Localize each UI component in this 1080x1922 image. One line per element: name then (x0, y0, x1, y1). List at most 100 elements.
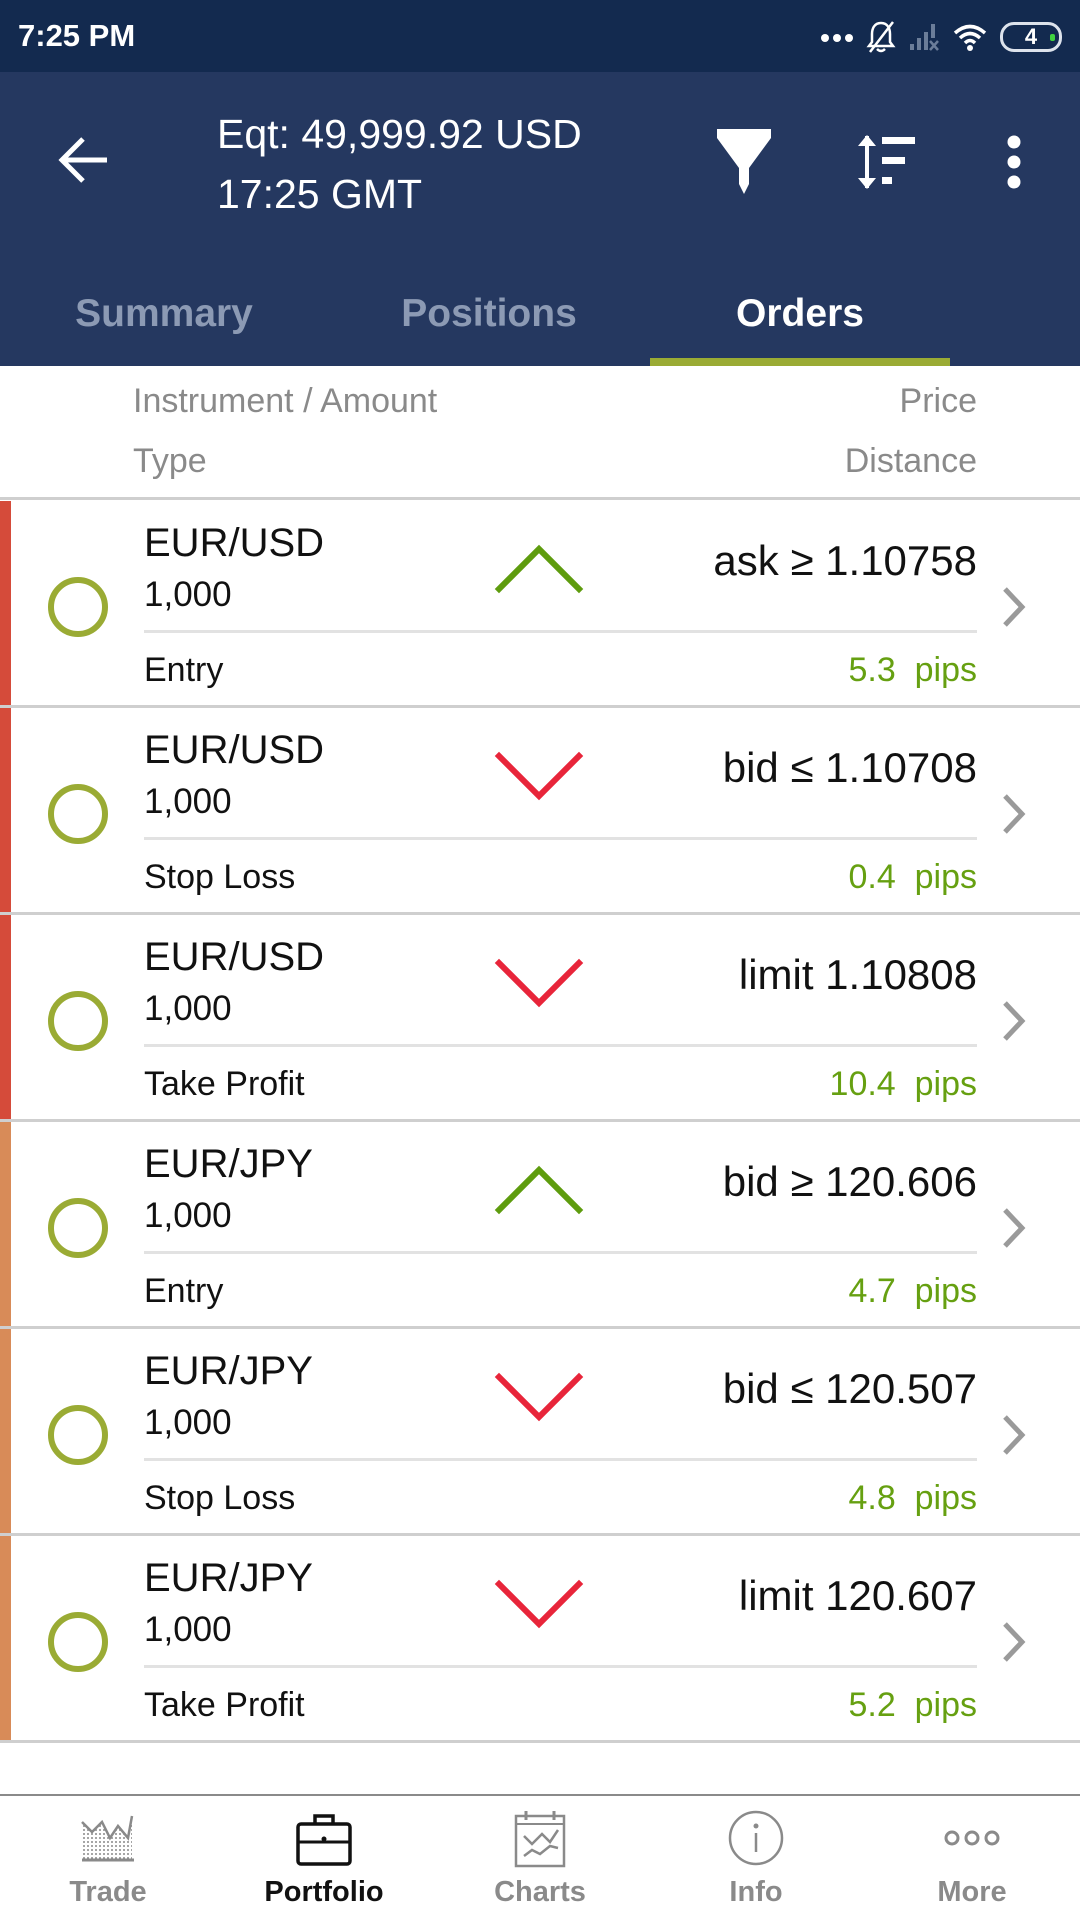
order-row[interactable]: EUR/USD 1,000 limit 1.10808 Take Profit … (0, 915, 1080, 1122)
filter-button[interactable] (709, 122, 779, 202)
distance-pips: 10.4 pips (829, 1065, 977, 1103)
chevron-right-icon[interactable] (1000, 999, 1030, 1043)
select-radio[interactable] (48, 1405, 108, 1465)
trade-chart-icon (81, 1815, 134, 1862)
wifi-icon (953, 24, 987, 51)
instrument: EUR/JPY (144, 1142, 313, 1186)
nav-label: Portfolio (264, 1876, 384, 1908)
instrument-color-bar (0, 1122, 11, 1326)
nav-info[interactable]: Info (648, 1796, 864, 1922)
order-type: Stop Loss (144, 1479, 296, 1517)
filter-icon (717, 129, 771, 194)
order-type: Stop Loss (144, 858, 296, 896)
row-divider (144, 837, 977, 840)
distance-pips: 5.3 pips (848, 651, 977, 689)
instrument: EUR/USD (144, 935, 325, 979)
distance-pips: 4.7 pips (848, 1272, 977, 1310)
order-row[interactable]: EUR/JPY 1,000 bid ≤ 120.507 Stop Loss 4.… (0, 1329, 1080, 1536)
instrument-color-bar (0, 708, 11, 912)
arrow-up-icon (494, 1165, 584, 1215)
tab-summary[interactable]: Summary (40, 262, 288, 366)
order-price: bid ≤ 120.507 (722, 1365, 977, 1412)
row-divider (144, 1044, 977, 1047)
amount: 1,000 (144, 782, 232, 821)
orders-list: EUR/USD 1,000 ask ≥ 1.10758 Entry 5.3 pi… (0, 501, 1080, 1743)
order-row[interactable]: EUR/USD 1,000 bid ≤ 1.10708 Stop Loss 0.… (0, 708, 1080, 915)
more-options-button[interactable] (979, 122, 1049, 202)
header-distance: Distance (844, 442, 977, 480)
select-radio[interactable] (48, 784, 108, 844)
status-icons: 4 (820, 18, 1062, 56)
signal-off-icon (910, 24, 939, 51)
sort-button[interactable] (852, 122, 922, 202)
nav-more[interactable]: More (864, 1796, 1080, 1922)
order-type: Entry (144, 651, 224, 689)
chevron-right-icon[interactable] (1000, 585, 1030, 629)
arrow-down-icon (494, 1372, 584, 1422)
column-headers: Instrument / Amount Type Price Distance (0, 366, 1080, 500)
equity-label: Eqt: 49,999.92 USD (217, 111, 582, 157)
row-divider (144, 630, 977, 633)
order-price: bid ≤ 1.10708 (722, 744, 977, 791)
amount: 1,000 (144, 1610, 232, 1649)
nav-trade[interactable]: Trade (0, 1796, 216, 1922)
more-vert-icon (1007, 135, 1021, 189)
amount: 1,000 (144, 1196, 232, 1235)
header-type: Type (133, 442, 207, 480)
order-price: limit 120.607 (738, 1572, 977, 1619)
nav-charts[interactable]: Charts (432, 1796, 648, 1922)
instrument-color-bar (0, 1536, 11, 1740)
instrument-color-bar (0, 1329, 11, 1533)
chevron-right-icon[interactable] (1000, 1206, 1030, 1250)
account-info: Eqt: 49,999.92 USD 17:25 GMT (217, 104, 582, 224)
sort-icon (858, 135, 915, 189)
bottom-navigation: Trade Portfolio Charts Info More (0, 1794, 1080, 1920)
order-price: ask ≥ 1.10758 (713, 537, 977, 584)
select-radio[interactable] (48, 1612, 108, 1672)
status-time: 7:25 PM (18, 18, 136, 53)
arrow-down-icon (494, 751, 584, 801)
arrow-down-icon (494, 1579, 584, 1629)
distance-pips: 4.8 pips (848, 1479, 977, 1517)
app-bar: Eqt: 49,999.92 USD 17:25 GMT Summary Pos… (0, 72, 1080, 366)
order-type: Take Profit (144, 1686, 305, 1724)
select-radio[interactable] (48, 1198, 108, 1258)
instrument: EUR/JPY (144, 1349, 313, 1393)
select-radio[interactable] (48, 991, 108, 1051)
chevron-right-icon[interactable] (1000, 792, 1030, 836)
order-row[interactable]: EUR/USD 1,000 ask ≥ 1.10758 Entry 5.3 pi… (0, 501, 1080, 708)
row-divider (144, 1665, 977, 1668)
nav-label: More (937, 1876, 1007, 1908)
instrument-color-bar (0, 915, 11, 1119)
amount: 1,000 (144, 989, 232, 1028)
more-dots-icon (944, 1830, 1000, 1846)
instrument-color-bar (0, 501, 11, 705)
back-button[interactable] (55, 130, 115, 190)
order-price: limit 1.10808 (738, 951, 977, 998)
more-notifications-icon (821, 34, 853, 42)
tab-positions[interactable]: Positions (365, 262, 613, 366)
select-radio[interactable] (48, 577, 108, 637)
tab-bar: Summary Positions Orders (0, 262, 1080, 366)
order-row[interactable]: EUR/JPY 1,000 limit 120.607 Take Profit … (0, 1536, 1080, 1743)
amount: 1,000 (144, 1403, 232, 1442)
distance-pips: 0.4 pips (848, 858, 977, 896)
tab-orders[interactable]: Orders (675, 262, 925, 366)
nav-label: Charts (494, 1876, 586, 1908)
amount: 1,000 (144, 575, 232, 614)
battery-icon: 4 (1000, 22, 1062, 52)
instrument: EUR/JPY (144, 1556, 313, 1600)
charts-calendar-icon (514, 1811, 566, 1868)
status-bar: 7:25 PM 4 (0, 0, 1080, 72)
order-row[interactable]: EUR/JPY 1,000 bid ≥ 120.606 Entry 4.7 pi… (0, 1122, 1080, 1329)
gmt-time: 17:25 GMT (217, 171, 423, 217)
chevron-right-icon[interactable] (1000, 1620, 1030, 1664)
nav-portfolio[interactable]: Portfolio (216, 1796, 432, 1922)
briefcase-icon (296, 1814, 352, 1866)
info-icon (728, 1810, 784, 1866)
chevron-right-icon[interactable] (1000, 1413, 1030, 1457)
active-tab-indicator (650, 358, 950, 366)
order-type: Entry (144, 1272, 224, 1310)
order-type: Take Profit (144, 1065, 305, 1103)
distance-pips: 5.2 pips (848, 1686, 977, 1724)
